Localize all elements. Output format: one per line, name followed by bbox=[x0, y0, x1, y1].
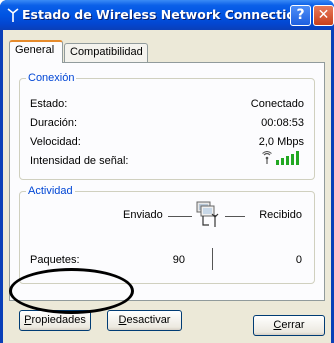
sent-line bbox=[168, 216, 192, 217]
annotation-ellipse bbox=[9, 268, 134, 314]
speed-label: Velocidad: bbox=[30, 136, 81, 148]
received-line bbox=[225, 216, 245, 217]
disable-button[interactable]: Desactivar bbox=[107, 310, 182, 331]
status-label: Estado: bbox=[30, 98, 68, 110]
wireless-antenna-icon bbox=[7, 8, 19, 22]
packets-received-value: 0 bbox=[295, 254, 302, 266]
close-icon: ✕ bbox=[317, 7, 330, 23]
packets-label: Paquetes: bbox=[30, 254, 80, 266]
close-label: errar bbox=[281, 319, 305, 331]
status-dialog: Estado de Wireless Network Connection ? … bbox=[0, 0, 334, 343]
title-bar[interactable]: Estado de Wireless Network Connection ? … bbox=[0, 0, 334, 30]
help-icon: ? bbox=[296, 7, 305, 23]
general-panel: Conexión Estado: Conectado Duración: 00:… bbox=[9, 62, 325, 331]
activity-group-label: Actividad bbox=[26, 185, 75, 197]
network-computers-icon bbox=[196, 201, 219, 227]
close-button[interactable]: Cerrar bbox=[253, 315, 325, 336]
signal-strength-icon bbox=[262, 151, 299, 165]
tab-general[interactable]: General bbox=[9, 40, 63, 63]
tab-general-label: General bbox=[15, 44, 55, 56]
window-title: Estado de Wireless Network Connection bbox=[22, 7, 304, 22]
close-window-button[interactable]: ✕ bbox=[313, 5, 334, 26]
disable-label: esactivar bbox=[126, 314, 171, 326]
received-label: Recibido bbox=[259, 209, 302, 221]
speed-value: 2,0 Mbps bbox=[258, 136, 304, 148]
sent-label: Enviado bbox=[123, 209, 163, 221]
connection-group-label: Conexión bbox=[26, 72, 77, 84]
packets-sent-value: 90 bbox=[172, 254, 185, 266]
duration-label: Duración: bbox=[30, 117, 78, 129]
activity-divider bbox=[212, 248, 213, 270]
help-button[interactable]: ? bbox=[290, 5, 311, 26]
tab-compatibility-label: Compatibilidad bbox=[70, 46, 143, 58]
tab-compatibility[interactable]: Compatibilidad bbox=[64, 43, 148, 62]
connection-group: Conexión Estado: Conectado Duración: 00:… bbox=[19, 72, 315, 180]
duration-value: 00:08:53 bbox=[261, 117, 304, 129]
signal-strength-label: Intensidad de señal: bbox=[30, 155, 129, 167]
properties-label: ropiedades bbox=[31, 314, 86, 326]
status-value: Conectado bbox=[250, 98, 304, 110]
